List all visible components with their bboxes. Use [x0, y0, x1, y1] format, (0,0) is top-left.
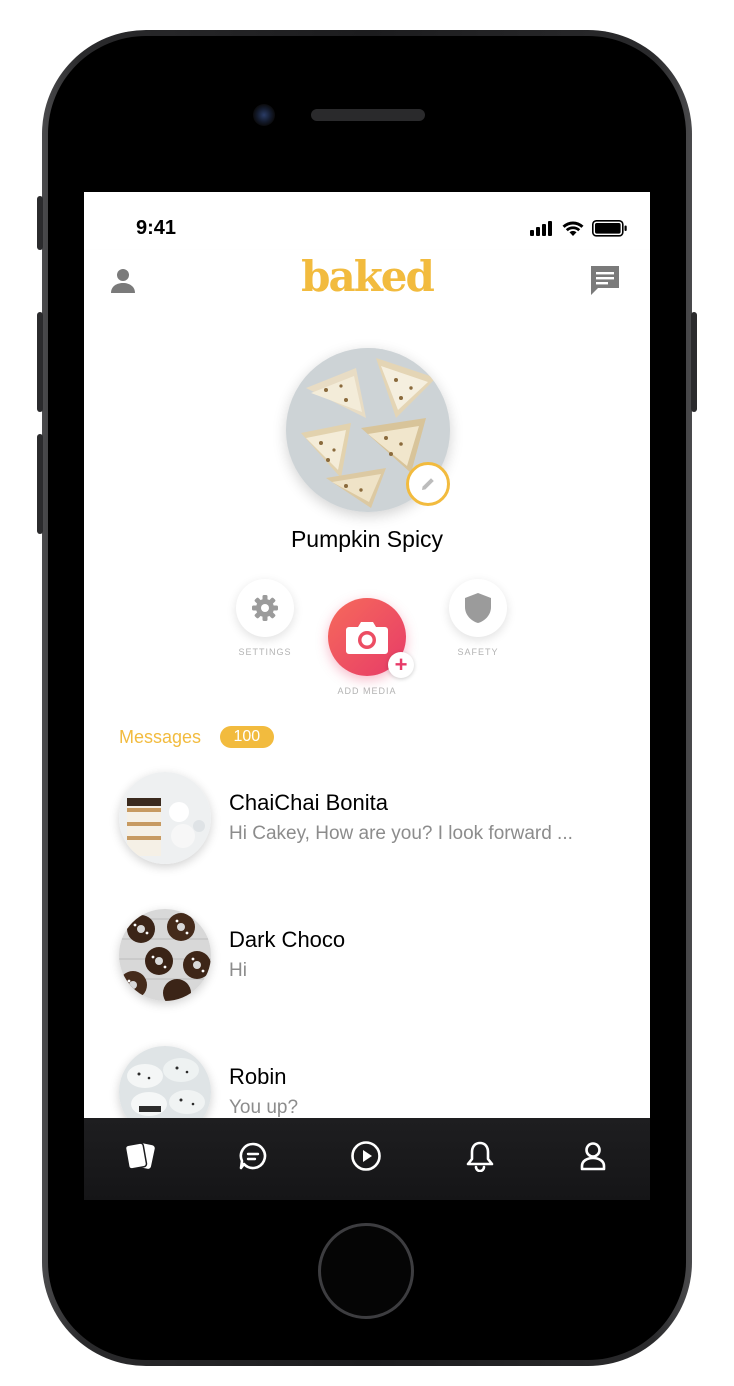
safety-label: SAFETY	[457, 647, 499, 657]
message-item[interactable]: Dark Choco Hi	[84, 909, 650, 1019]
app-screen: 9:41 baked Pumpkin Spicy SETTINGS + ADD …	[84, 192, 650, 1200]
profile-section: Pumpkin Spicy SETTINGS + ADD MEDIA SAFET…	[84, 322, 650, 712]
battery-icon	[592, 220, 627, 237]
tab-profile[interactable]	[573, 1136, 613, 1176]
chat-icon[interactable]	[588, 263, 622, 297]
chat-bubble-icon	[239, 1142, 267, 1170]
user-icon	[580, 1142, 606, 1171]
pencil-icon	[422, 478, 434, 490]
tab-chat[interactable]	[233, 1136, 273, 1176]
tab-notifications[interactable]	[460, 1136, 500, 1176]
message-item[interactable]: ChaiChai Bonita Hi Cakey, How are you? I…	[84, 772, 650, 882]
add-media-button[interactable]: + ADD MEDIA	[317, 598, 417, 696]
messages-title: Messages	[119, 726, 202, 747]
cards-icon	[124, 1142, 155, 1170]
settings-label: SETTINGS	[238, 647, 292, 657]
settings-circle[interactable]	[236, 579, 294, 637]
top-navigation: baked	[84, 250, 650, 322]
tab-play[interactable]	[346, 1136, 386, 1176]
add-media-circle[interactable]: +	[328, 598, 414, 678]
message-preview: Hi Cakey, How are you? I look forward ..…	[229, 823, 573, 844]
bell-icon	[466, 1141, 494, 1172]
add-media-label: ADD MEDIA	[337, 686, 397, 696]
message-sender: Dark Choco	[229, 927, 346, 952]
plus-icon: +	[388, 652, 414, 678]
donuts-photo	[119, 909, 211, 1001]
messages-header: Messages 100	[119, 726, 275, 752]
message-sender: Robin	[229, 1064, 287, 1089]
signal-icon	[530, 221, 552, 236]
messages-count-badge: 100	[219, 726, 275, 748]
message-preview: Hi	[229, 960, 247, 981]
gear-icon	[252, 595, 278, 621]
earpiece-speaker	[311, 109, 425, 121]
volume-up-button	[37, 312, 43, 412]
profile-name: Pumpkin Spicy	[290, 526, 444, 552]
message-preview: You up?	[229, 1097, 299, 1118]
camera-icon	[346, 622, 388, 654]
status-time: 9:41	[136, 217, 177, 239]
front-camera	[253, 104, 275, 126]
bottom-tab-bar	[84, 1118, 650, 1200]
status-icons	[530, 220, 627, 237]
home-button[interactable]	[318, 1223, 414, 1319]
shield-icon	[465, 593, 491, 623]
wifi-icon	[562, 221, 584, 236]
volume-down-button	[37, 434, 43, 534]
safety-button[interactable]: SAFETY	[439, 579, 517, 657]
tab-cards[interactable]	[120, 1136, 160, 1176]
edit-profile-button[interactable]	[406, 462, 450, 506]
avatar	[119, 772, 211, 864]
message-sender: ChaiChai Bonita	[229, 790, 388, 815]
mute-switch	[37, 196, 43, 250]
play-icon	[351, 1141, 381, 1171]
settings-button[interactable]: SETTINGS	[226, 579, 304, 657]
safety-circle[interactable]	[449, 579, 507, 637]
avatar	[119, 909, 211, 1001]
cake-photo	[119, 772, 211, 864]
power-button	[691, 312, 697, 412]
brand-logo: baked	[301, 252, 435, 301]
